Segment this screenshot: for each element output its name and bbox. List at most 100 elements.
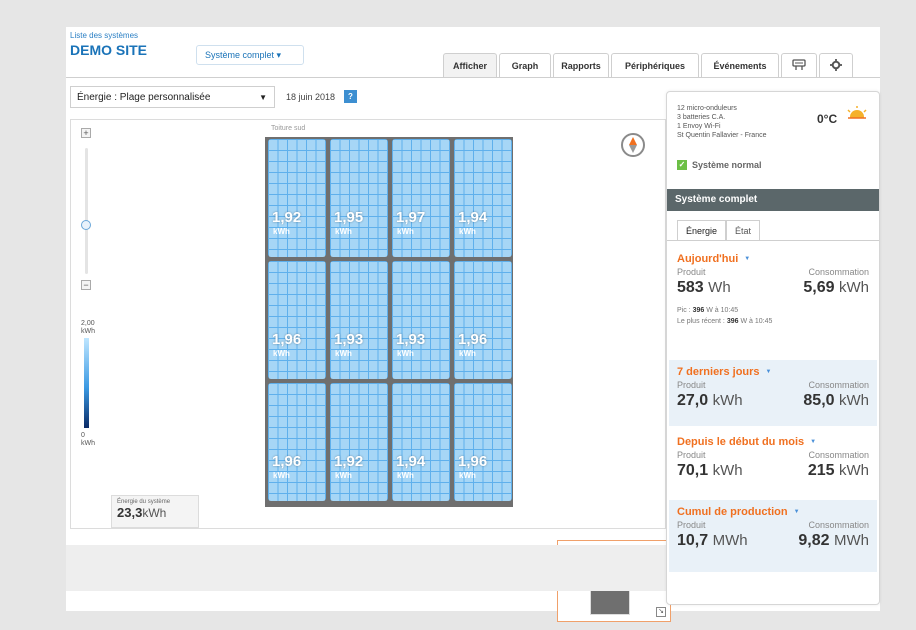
system-status: ✓ Système normal [677, 160, 762, 170]
solar-panel[interactable]: 1,92 kWh [330, 383, 388, 501]
tab-divider [66, 77, 880, 78]
zoom-in-button[interactable]: + [81, 128, 91, 138]
solar-panel[interactable]: 1,94 kWh [392, 383, 450, 501]
produced-value: 10,7 MWh [677, 532, 748, 550]
panel-energy-unit: kWh [459, 227, 476, 236]
consumed-number: 85,0 [803, 392, 835, 409]
consumed-value: 5,69 kWh [803, 279, 869, 297]
tab-rapports[interactable]: Rapports [553, 53, 609, 77]
produced-unit: kWh [712, 462, 743, 479]
produced-number: 70,1 [677, 462, 709, 479]
scale-max-label: 2,00 kWh [81, 320, 95, 336]
chevron-down-icon[interactable]: ▼ [794, 509, 800, 515]
tab-evenements[interactable]: Événements [701, 53, 779, 77]
stat-labels-row: Produit Consommation [677, 520, 869, 530]
main-tabs: Afficher Graph Rapports Périphériques Év… [443, 53, 855, 77]
chevron-down-icon[interactable]: ▼ [810, 439, 816, 445]
produced-label: Produit [677, 520, 706, 530]
footer-strip [66, 545, 666, 591]
systems-list-link[interactable]: Liste des systèmes [70, 31, 138, 40]
panel-energy-unit: kWh [335, 471, 352, 480]
solar-panel[interactable]: 1,96 kWh [454, 261, 512, 379]
panel-energy-value: 1,92 [334, 453, 364, 470]
panel-energy-unit: kWh [397, 227, 414, 236]
expand-icon[interactable]: ↘ [656, 607, 666, 617]
stat-today-title[interactable]: Aujourd'hui ▼ [677, 253, 869, 265]
produced-label: Produit [677, 380, 706, 390]
gear-icon [830, 58, 842, 73]
system-info: 12 micro-onduleurs 3 batteries C.A. 1 En… [677, 104, 766, 140]
check-icon: ✓ [677, 160, 687, 170]
calendar-icon[interactable]: ? [344, 90, 357, 103]
consumed-unit: kWh [839, 392, 869, 409]
stat-labels-row: Produit Consommation [677, 267, 869, 277]
panel-energy-value: 1,96 [272, 453, 302, 470]
stat-lifetime-title-text: Cumul de production [677, 506, 788, 518]
solar-panel[interactable]: 1,96 kWh [268, 261, 326, 379]
produced-label: Produit [677, 450, 706, 460]
tab-peripheriques[interactable]: Périphériques [611, 53, 699, 77]
info-batteries: 3 batteries C.A. [677, 114, 726, 121]
plug-icon [792, 58, 806, 73]
produced-unit: kWh [712, 392, 743, 409]
energy-range-select[interactable]: Énergie : Plage personnalisée ▼ [70, 86, 275, 108]
produced-value: 27,0 kWh [677, 392, 743, 410]
recent-value: 396 [726, 318, 739, 325]
app-window: Liste des systèmes DEMO SITE Système com… [66, 27, 880, 622]
array-map[interactable]: + − 2,00 kWh 0 kWh Toiture sud 1,92 kWh 1… [70, 119, 671, 622]
summary-panel: 12 micro-onduleurs 3 batteries C.A. 1 En… [666, 91, 880, 605]
site-name: DEMO SITE [70, 42, 148, 58]
info-envoy: 1 Envoy Wi-Fi [677, 122, 766, 131]
tab-graph[interactable]: Graph [499, 53, 551, 77]
solar-panel[interactable]: 1,92 kWh [268, 139, 326, 257]
stat-lifetime-title[interactable]: Cumul de production ▼ [677, 506, 869, 518]
consumed-unit: kWh [839, 462, 869, 479]
panel-energy-value: 1,92 [272, 209, 302, 226]
consumed-unit: MWh [834, 532, 869, 549]
stat-7days-title-text: 7 derniers jours [677, 366, 760, 378]
panel-energy-value: 1,96 [458, 453, 488, 470]
info-microinverters: 12 micro-onduleurs [677, 105, 737, 112]
produced-number: 27,0 [677, 392, 709, 409]
system-dropdown[interactable]: Système complet ▾ [196, 45, 304, 65]
produced-value: 70,1 kWh [677, 462, 743, 480]
consumed-label: Consommation [808, 380, 869, 390]
chevron-down-icon[interactable]: ▼ [744, 256, 750, 262]
panel-energy-unit: kWh [397, 471, 414, 480]
solar-panel[interactable]: 1,97 kWh [392, 139, 450, 257]
zoom-track[interactable] [85, 148, 88, 274]
tab-devices[interactable] [781, 53, 817, 77]
consumed-label: Consommation [808, 267, 869, 277]
consumed-number: 9,82 [798, 532, 830, 549]
solar-panel[interactable]: 1,93 kWh [392, 261, 450, 379]
solar-panel[interactable]: 1,96 kWh [268, 383, 326, 501]
zoom-out-button[interactable]: − [81, 280, 91, 290]
panel-energy-unit: kWh [273, 227, 290, 236]
panel-energy-value: 1,93 [396, 331, 426, 348]
tab-etat[interactable]: État [726, 220, 761, 240]
tab-energie[interactable]: Énergie [677, 220, 727, 240]
solar-panel[interactable]: 1,94 kWh [454, 139, 512, 257]
stat-month: Depuis le début du mois ▼ Produit Consomm… [669, 430, 877, 496]
solar-panel[interactable]: 1,93 kWh [330, 261, 388, 379]
stat-7days-title[interactable]: 7 derniers jours ▼ [677, 366, 869, 378]
tab-afficher[interactable]: Afficher [443, 53, 497, 77]
panel-header: Système complet [667, 189, 879, 211]
solar-panel[interactable]: 1,96 kWh [454, 383, 512, 501]
system-energy-total: 23,3kWh [117, 505, 193, 520]
consumed-number: 215 [807, 462, 835, 479]
stat-month-title[interactable]: Depuis le début du mois ▼ [677, 436, 869, 448]
recent-time: W à 10:45 [740, 318, 773, 325]
tab-settings[interactable] [819, 53, 853, 77]
panel-energy-value: 1,95 [334, 209, 364, 226]
consumed-value: 85,0 kWh [803, 392, 869, 410]
solar-panel[interactable]: 1,95 kWh [330, 139, 388, 257]
system-status-text: Système normal [692, 160, 762, 170]
panel-energy-value: 1,96 [458, 331, 488, 348]
panel-energy-unit: kWh [397, 349, 414, 358]
zoom-slider-handle[interactable] [81, 220, 91, 230]
stat-last-7-days: 7 derniers jours ▼ Produit Consommation 2… [669, 360, 877, 426]
peak-note: Pic : 396 W à 10:45 [677, 305, 869, 316]
chevron-down-icon[interactable]: ▼ [766, 369, 772, 375]
system-energy-value: 23,3 [117, 505, 143, 520]
